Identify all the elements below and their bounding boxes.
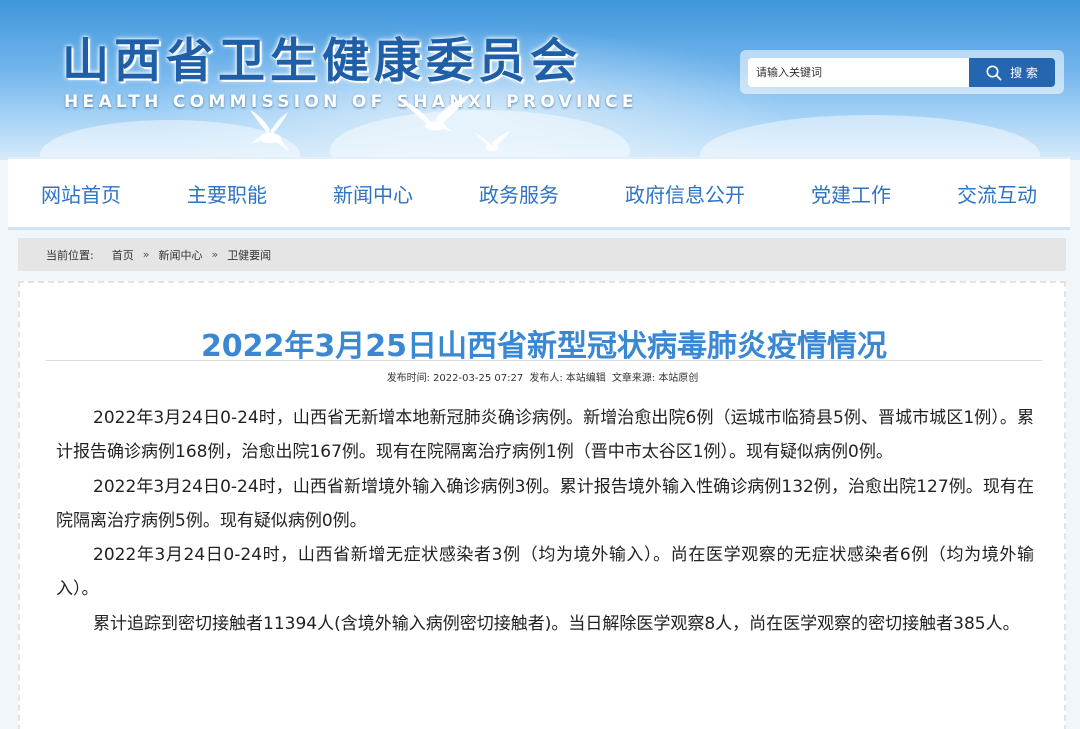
breadcrumb-label: 当前位置:	[46, 248, 94, 262]
search-icon	[986, 65, 1002, 81]
nav-item-party-building[interactable]: 党建工作	[811, 179, 891, 208]
article-paragraph: 2022年3月24日0-24时，山西省新增境外输入确诊病例3例。累计报告境外输入…	[56, 476, 1034, 531]
dove-icon	[397, 94, 471, 132]
article-meta: 发布时间: 2022-03-25 07:27 发布人: 本站编辑 文章来源: 本站原创	[20, 369, 1068, 384]
nav-item-info-disclosure[interactable]: 政府信息公开	[625, 179, 745, 208]
breadcrumb-separator: »	[142, 248, 150, 261]
meta-author-label: 发布人:	[529, 373, 563, 384]
article-container: 2022年3月25日山西省新型冠状病毒肺炎疫情情况 发布时间: 2022-03-2…	[18, 281, 1066, 729]
article-body: 2022年3月24日0-24时，山西省无新增本地新冠肺炎确诊病例。新增治愈出院6…	[56, 401, 1034, 641]
meta-date: 2022-03-25 07:27	[433, 373, 524, 384]
meta-source-label: 文章来源:	[611, 373, 656, 384]
nav-item-functions[interactable]: 主要职能	[187, 179, 267, 208]
title-divider	[46, 360, 1042, 361]
article-paragraph: 累计追踪到密切接触者11394人(含境外输入病例密切接触者)。当日解除医学观察8…	[93, 613, 1020, 634]
nav-item-home[interactable]: 网站首页	[41, 179, 121, 208]
breadcrumb-health-news[interactable]: 卫健要闻	[227, 247, 271, 263]
dove-icon	[250, 110, 290, 152]
search-input[interactable]	[748, 58, 970, 87]
search-button[interactable]: 搜 索	[969, 58, 1055, 87]
article-title: 2022年3月25日山西省新型冠状病毒肺炎疫情情况	[200, 329, 888, 364]
dove-icon	[474, 131, 510, 151]
search-button-label: 搜 索	[1010, 66, 1038, 80]
nav-item-interaction[interactable]: 交流互动	[957, 179, 1037, 208]
nav-divider	[8, 227, 1070, 230]
breadcrumb-separator: »	[211, 248, 219, 261]
meta-author: 本站编辑	[565, 373, 606, 384]
breadcrumb: 当前位置: 首页 » 新闻中心 » 卫健要闻	[18, 238, 1066, 271]
site-title: 山西省卫生健康委员会	[62, 34, 582, 89]
nav-item-services[interactable]: 政务服务	[479, 179, 559, 208]
meta-source: 本站原创	[658, 373, 699, 384]
article-paragraph: 2022年3月24日0-24时，山西省无新增本地新冠肺炎确诊病例。新增治愈出院6…	[56, 408, 1034, 463]
breadcrumb-news[interactable]: 新闻中心	[158, 247, 202, 263]
main-nav: 网站首页 主要职能 新闻中心 政务服务 政府信息公开 党建工作 交流互动	[8, 157, 1070, 227]
nav-item-news[interactable]: 新闻中心	[333, 179, 413, 208]
meta-date-label: 发布时间:	[386, 373, 431, 384]
site-subtitle: HEALTH COMMISSION OF SHANXI PROVINCE	[64, 92, 638, 112]
breadcrumb-home[interactable]: 首页	[112, 247, 134, 263]
article-paragraph: 2022年3月24日0-24时，山西省新增无症状感染者3例（均为境外输入）。尚在…	[56, 545, 1034, 600]
